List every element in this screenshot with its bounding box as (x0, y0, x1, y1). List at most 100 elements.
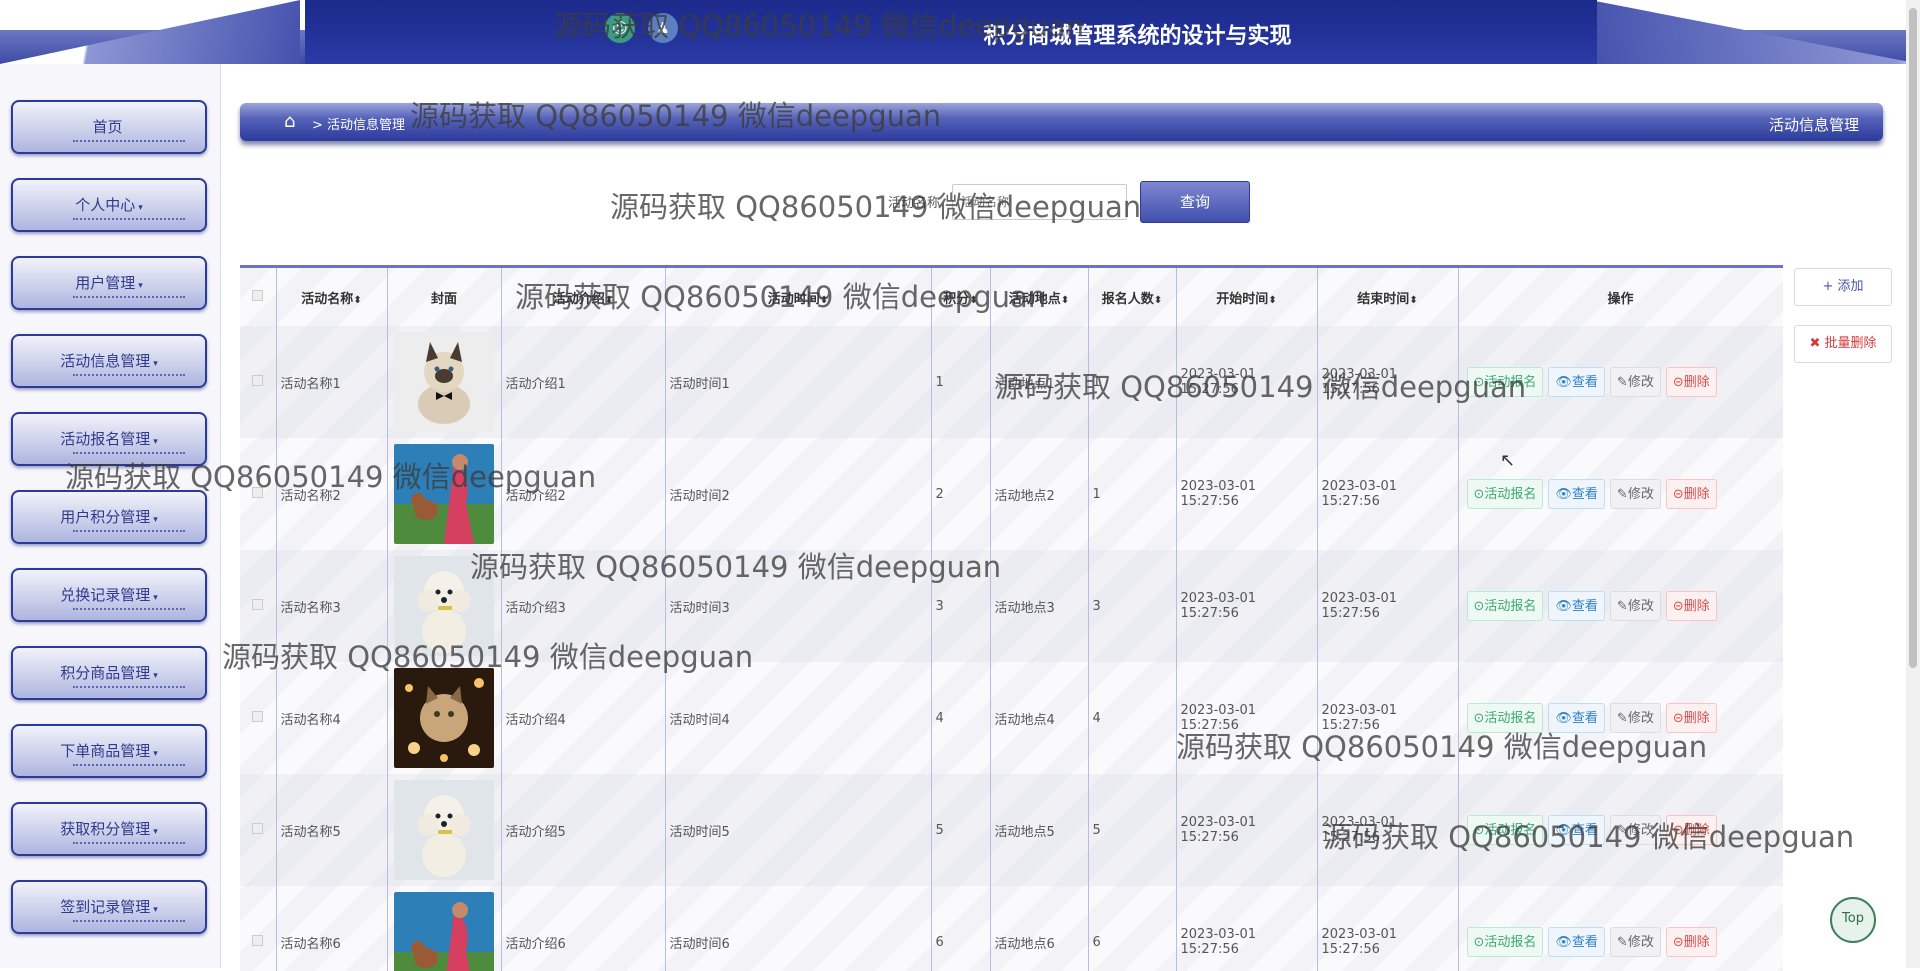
watermark-text: 源码获取 QQ86050149 微信deepguan (995, 370, 1527, 404)
sidebar-item-label: 积分商品管理 (60, 664, 151, 682)
page-title: 活动信息管理 (1768, 116, 1859, 134)
view-button[interactable]: 👁查看 (1548, 367, 1605, 397)
chevron-down-icon: ▾ (153, 437, 158, 447)
signup-button[interactable]: ⊙活动报名 (1466, 927, 1544, 957)
view-button[interactable]: 👁查看 (1548, 927, 1605, 957)
watermark-text: 源码获取 QQ86050149 微信deepguan (470, 550, 1002, 584)
cell-time: 活动时间4 (665, 662, 932, 774)
watermark-text: 源码获取 QQ86050149 微信deepguan (1323, 820, 1855, 854)
sidebar-item-label: 获取积分管理 (60, 820, 151, 838)
sort-icon: ⬍ (1409, 294, 1418, 306)
row-checkbox[interactable] (240, 662, 277, 774)
cell-points: 6 (931, 886, 991, 971)
cell-time: 活动时间1 (665, 326, 932, 438)
delete-button[interactable]: ⊝删除 (1665, 367, 1717, 397)
cell-name: 活动名称5 (276, 774, 388, 886)
cell-name: 活动名称1 (276, 326, 388, 438)
cell-intro: 活动介绍1 (501, 326, 666, 438)
watermark-text: 源码获取 QQ86050149 微信deepguan (222, 640, 754, 674)
watermark-text: 源码获取 QQ86050149 微信deepguan (65, 460, 597, 494)
chevron-down-icon: ▾ (153, 593, 158, 603)
query-button[interactable]: 查询 (1140, 181, 1250, 223)
sidebar-item-label: 用户积分管理 (60, 508, 151, 526)
cell-ops: ⊙活动报名 👁查看 ✎修改 ⊝删除 (1458, 886, 1783, 971)
sidebar-item[interactable]: 个人中心 ▾ (11, 178, 207, 232)
sort-icon: ⬍ (353, 294, 362, 306)
sidebar-item[interactable]: 活动信息管理 ▾ (11, 334, 207, 388)
sidebar-item[interactable]: 下单商品管理 ▾ (11, 724, 207, 778)
cell-place: 活动地点5 (990, 774, 1089, 886)
sidebar-item[interactable]: 用户管理 ▾ (11, 256, 207, 310)
col-header-start[interactable]: 开始时间⬍ (1176, 268, 1318, 326)
cell-start: 2023-03-01 15:27:56 (1176, 774, 1318, 886)
cover-image[interactable] (394, 780, 494, 880)
cell-end: 2023-03-01 15:27:56 (1317, 438, 1459, 550)
select-all-checkbox[interactable] (240, 268, 277, 326)
cell-end: 2023-03-01 15:27:56 (1317, 886, 1459, 971)
cell-start: 2023-03-01 15:27:56 (1176, 438, 1318, 550)
view-button[interactable]: 👁查看 (1548, 591, 1605, 621)
cell-count: 4 (1088, 662, 1177, 774)
sidebar-item-label: 活动报名管理 (60, 430, 151, 448)
page-scrollbar[interactable] (1906, 0, 1920, 968)
back-to-top-button[interactable]: Top (1830, 897, 1876, 943)
view-button[interactable]: 👁查看 (1548, 479, 1605, 509)
cell-points: 1 (931, 326, 991, 438)
scrollbar-thumb[interactable] (1909, 8, 1917, 668)
edit-button[interactable]: ✎修改 (1609, 927, 1661, 957)
cover-image[interactable] (394, 892, 494, 971)
sidebar-item[interactable]: 兑换记录管理 ▾ (11, 568, 207, 622)
sidebar-item[interactable]: 首页 (11, 100, 207, 154)
edit-button[interactable]: ✎修改 (1609, 479, 1661, 509)
sidebar-item[interactable]: 积分商品管理 ▾ (11, 646, 207, 700)
edit-button[interactable]: ✎修改 (1609, 591, 1661, 621)
cell-cover (387, 326, 502, 438)
cell-name: 活动名称6 (276, 886, 388, 971)
cell-points: 2 (931, 438, 991, 550)
cell-cover (387, 886, 502, 971)
signup-button[interactable]: ⊙活动报名 (1466, 479, 1544, 509)
sidebar-item-label: 下单商品管理 (60, 742, 151, 760)
table-row: 活动名称6 活动介绍6 活动时间6 6 活动地点6 6 2023-03-01 15:27:5… (240, 886, 1783, 971)
delete-button[interactable]: ⊝删除 (1665, 927, 1717, 957)
col-header-name[interactable]: 活动名称⬍ (276, 268, 388, 326)
cover-image[interactable] (394, 668, 494, 768)
cell-points: 4 (931, 662, 991, 774)
row-checkbox[interactable] (240, 886, 277, 971)
col-header-ops: 操作 (1458, 268, 1783, 326)
breadcrumb-path[interactable]: > 活动信息管理 (312, 114, 405, 133)
row-checkbox[interactable] (240, 326, 277, 438)
row-checkbox[interactable] (240, 774, 277, 886)
delete-button[interactable]: ⊝删除 (1665, 591, 1717, 621)
cell-time: 活动时间2 (665, 438, 932, 550)
sort-icon: ⬍ (1268, 294, 1277, 306)
cell-count: 1 (1088, 438, 1177, 550)
sidebar-item[interactable]: 签到记录管理 ▾ (11, 880, 207, 934)
cell-place: 活动地点2 (990, 438, 1089, 550)
sort-icon: ⬍ (1060, 294, 1070, 306)
cell-end: 2023-03-01 15:27:56 (1317, 550, 1459, 662)
sidebar-item[interactable]: 获取积分管理 ▾ (11, 802, 207, 856)
watermark-text: 源码获取 QQ86050149 微信deepguan (610, 190, 1142, 224)
cell-cover (387, 662, 502, 774)
col-header-end[interactable]: 结束时间⬍ (1317, 268, 1459, 326)
col-header-count[interactable]: 报名人数⬍ (1088, 268, 1177, 326)
home-icon[interactable]: ⌂ (284, 111, 295, 132)
cell-place: 活动地点4 (990, 662, 1089, 774)
cell-cover (387, 774, 502, 886)
cell-place: 活动地点3 (990, 550, 1089, 662)
add-button[interactable]: + 添加 (1794, 268, 1892, 306)
watermark-text: 源码获取 QQ86050149 微信deepguan (515, 280, 1047, 314)
delete-button[interactable]: ⊝删除 (1665, 479, 1717, 509)
edit-button[interactable]: ✎修改 (1609, 367, 1661, 397)
cell-ops: ⊙活动报名 👁查看 ✎修改 ⊝删除 (1458, 550, 1783, 662)
sidebar-item[interactable]: 用户积分管理 ▾ (11, 490, 207, 544)
sidebar: 首页 个人中心 ▾ 用户管理 ▾ 活动信息管理 ▾ 活动报名管理 ▾ 用户积分管理 ▾ 兑换记录管理 ▾… (0, 64, 221, 968)
cell-intro: 活动介绍5 (501, 774, 666, 886)
chevron-down-icon: ▾ (153, 905, 158, 915)
signup-button[interactable]: ⊙活动报名 (1466, 591, 1544, 621)
cover-image[interactable] (394, 332, 494, 432)
mouse-cursor-icon: ↖ (1500, 450, 1516, 471)
chevron-down-icon: ▾ (153, 359, 158, 369)
batch-delete-button[interactable]: ✖ 批量删除 (1794, 325, 1892, 363)
